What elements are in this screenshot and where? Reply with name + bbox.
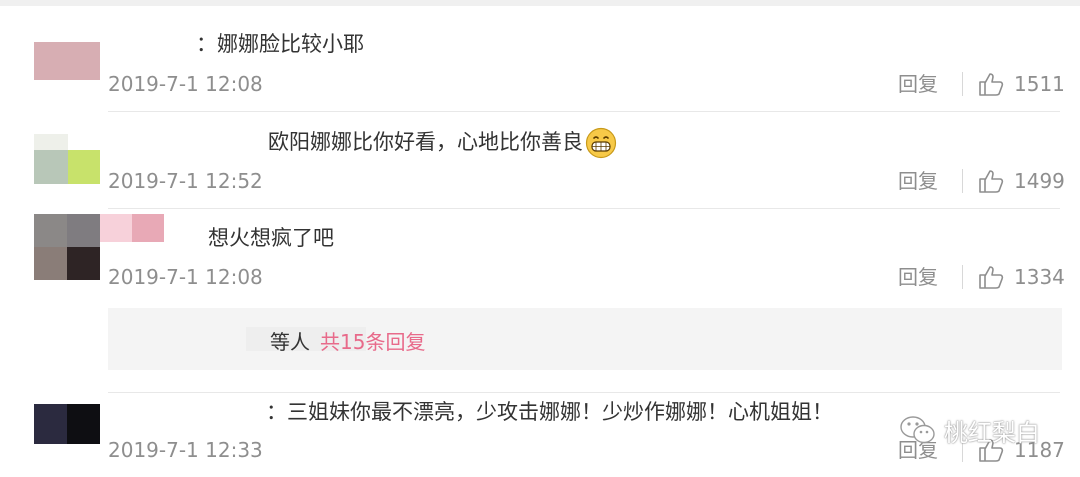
username-blurred[interactable] — [100, 214, 200, 242]
replies-users-label: 等人 — [270, 330, 310, 354]
wechat-icon — [900, 416, 935, 444]
comment-time: 2019-7-1 12:33 — [108, 438, 263, 462]
comment-time: 2019-7-1 12:08 — [108, 265, 263, 289]
view-replies-link[interactable]: 共15条回复 — [320, 326, 425, 355]
comment-text: 想火想疯了吧 — [208, 226, 334, 250]
replies-preview[interactable]: 等人 共15条回复 — [108, 308, 1062, 370]
reply-button[interactable]: 回复 — [898, 168, 938, 194]
comment-text: 欧阳娜娜比你好看，心地比你善良 — [268, 127, 617, 159]
comment-text-content: 欧阳娜娜比你好看，心地比你善良 — [268, 130, 583, 154]
action-separator — [962, 265, 963, 289]
watermark-text: 桃红梨白 — [944, 418, 1040, 447]
avatar[interactable] — [34, 42, 100, 80]
like-count: 1499 — [1014, 169, 1065, 193]
top-divider-band — [0, 0, 1080, 6]
action-separator — [962, 169, 963, 193]
comment-time: 2019-7-1 12:52 — [108, 169, 263, 193]
reply-button[interactable]: 回复 — [898, 71, 938, 97]
thumbs-up-icon[interactable] — [978, 168, 1004, 194]
comment-text: ：娜娜脸比较小耶 — [196, 32, 364, 56]
thumbs-up-icon[interactable] — [978, 264, 1004, 290]
like-count: 1511 — [1014, 72, 1065, 96]
divider — [108, 392, 1060, 393]
divider — [108, 208, 1060, 209]
thumbs-up-icon[interactable] — [978, 71, 1004, 97]
grinning-face-icon — [585, 127, 617, 159]
comment-text: ：三姐妹你最不漂亮，少攻击娜娜！少炒作娜娜！心机姐姐！ — [266, 400, 833, 424]
divider — [108, 111, 1060, 112]
reply-button[interactable]: 回复 — [898, 264, 938, 290]
avatar[interactable] — [34, 214, 100, 280]
watermark: 桃红梨白 — [898, 410, 1040, 450]
avatar[interactable] — [34, 134, 100, 184]
avatar[interactable] — [34, 404, 100, 444]
comment-time: 2019-7-1 12:08 — [108, 72, 263, 96]
action-separator — [962, 72, 963, 96]
like-count: 1334 — [1014, 265, 1065, 289]
